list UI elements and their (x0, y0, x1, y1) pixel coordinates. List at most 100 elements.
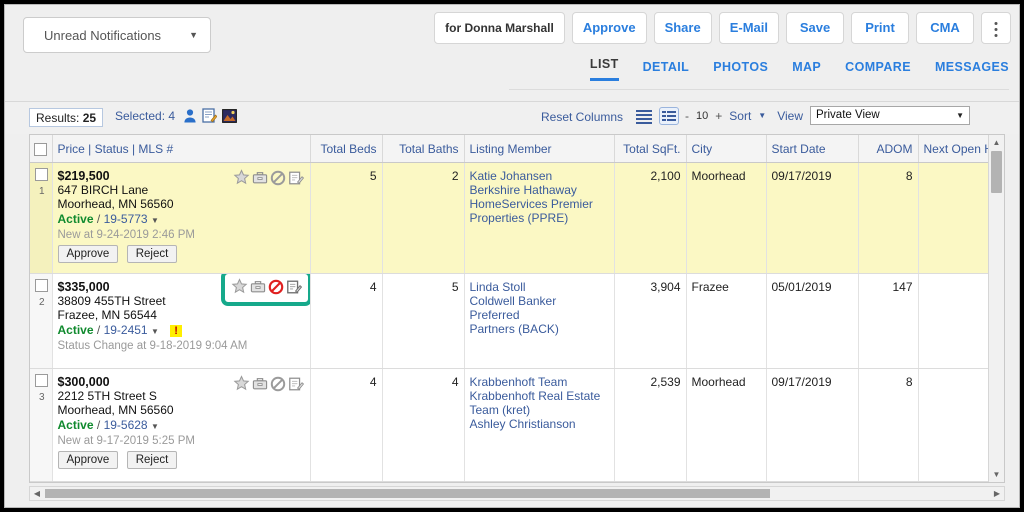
sort-button[interactable]: Sort (729, 109, 751, 123)
scroll-right-icon[interactable]: ▶ (990, 487, 1004, 500)
row-approve-button[interactable]: Approve (57, 245, 119, 263)
listing-mls-number[interactable]: 19-5628 (104, 418, 148, 432)
member-line[interactable]: Team (kret) (470, 403, 609, 417)
member-line[interactable]: Katie Johansen (470, 169, 609, 183)
column-header-price-status-mls[interactable]: Price | Status | MLS # (52, 135, 311, 163)
member-line[interactable]: HomeServices Premier (470, 197, 609, 211)
column-header-adom[interactable]: ADOM (858, 135, 919, 163)
table-row[interactable]: 4 $259,900 1413 3 Avenue S 3 2 (30, 481, 993, 482)
listing-address-line2: Moorhead, MN 56560 (57, 197, 174, 211)
notepad-pencil-icon[interactable] (288, 376, 304, 395)
vertical-scroll-thumb[interactable] (991, 151, 1002, 193)
vertical-scrollbar[interactable]: ▲ ▼ (988, 135, 1004, 482)
share-button[interactable]: Share (653, 12, 712, 44)
row-reject-button[interactable]: Reject (126, 245, 178, 263)
column-header-total-sqft[interactable]: Total SqFt. (614, 135, 687, 163)
scroll-down-icon[interactable]: ▼ (989, 467, 1004, 482)
listing-mls-number[interactable]: 19-5773 (104, 212, 148, 226)
table-row[interactable]: 3 $300,000 2212 5TH Street S Moorhead, M… (30, 368, 993, 482)
list-lines-icon[interactable] (635, 108, 653, 124)
select-all-checkbox[interactable] (34, 143, 47, 156)
briefcase-icon[interactable] (252, 170, 268, 189)
listing-mls-number[interactable]: 19-2451 (104, 323, 148, 337)
star-icon[interactable] (233, 375, 250, 395)
cma-button[interactable]: CMA (916, 12, 974, 44)
member-line[interactable]: Berkshire Hathaway (470, 183, 609, 197)
briefcase-icon[interactable] (250, 279, 266, 298)
notepad-pencil-icon[interactable] (286, 279, 302, 298)
member-line[interactable]: Properties (PPRE) (470, 211, 609, 225)
member-line[interactable]: Krabbenhoft Real Estate (470, 389, 609, 403)
row-select-cell[interactable]: 2 (30, 273, 53, 369)
view-label: View (777, 108, 803, 123)
table-row[interactable]: 2 $335,000 38809 455TH Street Frazee, MN… (30, 273, 993, 369)
horizontal-scrollbar[interactable]: ◀ ▶ (29, 486, 1005, 501)
for-user-button[interactable]: for Donna Marshall (434, 12, 565, 44)
row-reject-button[interactable]: Reject (126, 451, 178, 469)
member-line[interactable]: Krabbenhoft Team (470, 375, 609, 389)
ban-icon[interactable] (268, 279, 284, 298)
tab-messages[interactable]: MESSAGES (935, 60, 1009, 81)
star-icon[interactable] (233, 169, 250, 189)
row-select-cell[interactable]: 1 (30, 162, 53, 274)
print-button[interactable]: Print (851, 12, 909, 44)
cell-listing-member: Krabbenhoft Team Krabbenhoft Real Estate… (464, 368, 615, 482)
email-button[interactable]: E-Mail (718, 12, 779, 44)
star-icon[interactable] (231, 278, 248, 298)
row-checkbox[interactable] (35, 168, 49, 181)
select-all-header[interactable] (30, 135, 53, 163)
tab-compare[interactable]: COMPARE (845, 60, 911, 81)
member-line[interactable]: Linda Stoll (470, 280, 609, 294)
row-select-cell[interactable]: 3 (30, 368, 53, 482)
contact-icon[interactable] (183, 108, 197, 126)
view-select[interactable]: Private View ▼ (810, 106, 970, 125)
member-line[interactable]: Partners (BACK) (470, 322, 609, 336)
column-header-total-beds[interactable]: Total Beds (310, 135, 383, 163)
cell-next-open-house (918, 481, 993, 482)
chevron-down-icon[interactable]: ▼ (758, 111, 766, 120)
column-header-listing-member[interactable]: Listing Member (464, 135, 615, 163)
row-checkbox[interactable] (35, 279, 49, 292)
briefcase-icon[interactable] (252, 376, 268, 395)
page-size-value: 10 (696, 109, 709, 122)
row-approve-button[interactable]: Approve (57, 451, 119, 469)
column-header-next-open-house[interactable]: Next Open Hou (918, 135, 993, 163)
scroll-left-icon[interactable]: ◀ (30, 487, 44, 500)
chevron-down-icon[interactable]: ▼ (151, 327, 159, 336)
row-select-cell[interactable]: 4 (30, 481, 53, 482)
tab-map[interactable]: MAP (792, 60, 821, 81)
tab-photos[interactable]: PHOTOS (713, 60, 768, 81)
member-line[interactable]: Ashley Christianson (470, 417, 609, 431)
reset-columns-link[interactable]: Reset Columns (541, 110, 623, 124)
table-row[interactable]: 1 $219,500 647 BIRCH Lane Moorhead, MN 5… (30, 162, 993, 274)
notepad-pencil-icon[interactable] (288, 170, 304, 189)
notification-filter-select[interactable]: Unread Notifications ▼ (23, 17, 211, 53)
horizontal-scroll-thumb[interactable] (45, 489, 770, 498)
save-button[interactable]: Save (786, 12, 844, 44)
list-detail-icon[interactable] (659, 106, 679, 125)
cell-total-sqft: 2,454 (614, 481, 687, 482)
scroll-up-icon[interactable]: ▲ (989, 135, 1004, 150)
tab-detail[interactable]: DETAIL (643, 60, 690, 81)
decrease-page-size-button[interactable]: - (685, 109, 689, 123)
more-vertical-icon[interactable] (981, 12, 1011, 44)
member-line[interactable]: Coldwell Banker Preferred (470, 294, 609, 322)
ban-icon[interactable] (270, 170, 286, 189)
cell-total-sqft: 3,904 (614, 273, 687, 369)
approve-button[interactable]: Approve (571, 12, 647, 44)
column-header-city[interactable]: City (686, 135, 767, 163)
listing-note: New at 9-17-2019 5:25 PM (57, 435, 195, 447)
column-header-total-baths[interactable]: Total Baths (382, 135, 465, 163)
chevron-down-icon[interactable]: ▼ (151, 216, 159, 225)
ban-icon[interactable] (270, 376, 286, 395)
selected-count: Selected: 4 (115, 109, 176, 123)
notepad-pencil-icon[interactable] (202, 108, 218, 126)
photo-icon[interactable] (222, 108, 237, 126)
column-header-start-date[interactable]: Start Date (766, 135, 859, 163)
notification-filter-value: Unread Notifications (44, 28, 162, 43)
tab-list[interactable]: LIST (589, 57, 619, 81)
row-checkbox[interactable] (35, 374, 49, 387)
chevron-down-icon[interactable]: ▼ (151, 422, 159, 431)
cell-total-baths: 4 (382, 368, 465, 482)
increase-page-size-button[interactable]: + (715, 109, 722, 123)
